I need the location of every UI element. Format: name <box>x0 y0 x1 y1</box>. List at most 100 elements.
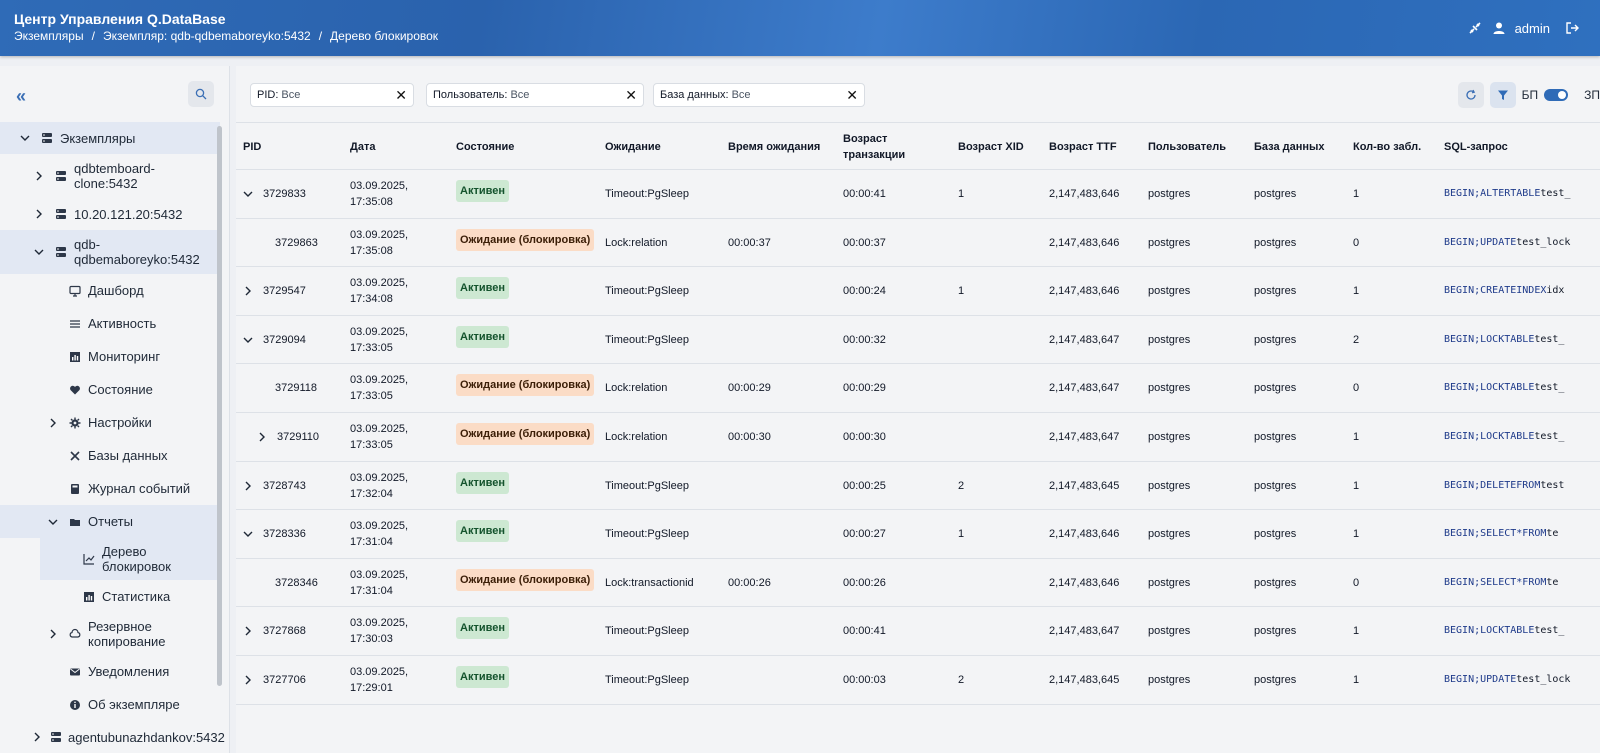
column-header[interactable]: Дата <box>350 123 430 171</box>
sidebar-item[interactable]: Мониторинг <box>0 340 220 373</box>
chevron-right-icon[interactable] <box>257 432 271 442</box>
sql-cell[interactable]: BEGIN; UPDATE test_lock <box>1444 656 1592 704</box>
sidebar-item[interactable]: agentubunazhdankov:5432 <box>0 721 225 753</box>
column-header[interactable]: Кол-во забл. <box>1353 123 1433 171</box>
sidebar-item-label: Мониторинг <box>88 349 161 364</box>
state-cell: Ожидание (блокировка) <box>456 559 595 607</box>
sql-cell[interactable]: BEGIN; ALTER TABLE test_ <box>1444 170 1592 218</box>
table-row[interactable]: 3728336 03.09.2025, 17:31:04 Активен Timeou… <box>236 510 1600 559</box>
filter-value[interactable]: Все <box>510 89 625 101</box>
table-row[interactable]: 3729094 03.09.2025, 17:33:05 Активен Timeou… <box>236 316 1600 365</box>
plug-icon[interactable] <box>1467 20 1483 36</box>
column-header[interactable]: Пользователь <box>1148 123 1238 171</box>
sql-cell[interactable]: BEGIN; UPDATE test_lock <box>1444 219 1592 267</box>
sql-cell[interactable]: BEGIN; LOCK TABLE test_ <box>1444 364 1592 412</box>
chevron-right-icon[interactable] <box>46 627 60 641</box>
user-filter[interactable]: Пользователь: Все ✕ <box>426 83 644 107</box>
chevron-down-icon[interactable] <box>243 529 257 539</box>
filter-toggle-button[interactable] <box>1489 82 1516 108</box>
sidebar-item[interactable]: Экземпляры <box>0 122 220 154</box>
pid-value: 3729547 <box>263 285 306 298</box>
column-header[interactable]: Время ожидания <box>728 123 828 171</box>
sql-cell[interactable]: BEGIN; DELETE FROM test <box>1444 462 1592 510</box>
table-row[interactable]: 3728743 03.09.2025, 17:32:04 Активен Timeou… <box>236 462 1600 511</box>
filter-value[interactable]: Все <box>732 89 847 101</box>
xid-age-cell: 2 <box>958 673 965 686</box>
sidebar-item[interactable]: Состояние <box>0 373 220 406</box>
sql-cell[interactable]: BEGIN; CREATE INDEX idx <box>1444 267 1592 315</box>
locks-cell: 0 <box>1353 382 1360 395</box>
chevron-right-icon[interactable] <box>32 207 46 221</box>
breadcrumb-instances[interactable]: Экземпляры <box>14 29 84 43</box>
sidebar-scrollbar[interactable] <box>217 126 222 686</box>
column-header[interactable]: PID <box>243 123 323 171</box>
clear-filter-icon[interactable]: ✕ <box>846 87 858 104</box>
sidebar-item[interactable]: Отчеты <box>0 505 220 538</box>
chevron-down-icon[interactable] <box>32 245 46 259</box>
sidebar-item[interactable]: qdb-qdbemaboreyko:5432 <box>0 230 220 274</box>
chevron-down-icon[interactable] <box>243 335 257 345</box>
sql-cell[interactable]: BEGIN; LOCK TABLE test_ <box>1444 316 1592 364</box>
refresh-button[interactable] <box>1457 82 1484 108</box>
zp-label: ЗП <box>1584 88 1600 102</box>
sidebar-item[interactable]: Журнал событий <box>0 472 220 505</box>
clear-filter-icon[interactable]: ✕ <box>395 87 407 104</box>
chevron-down-icon[interactable] <box>46 515 60 529</box>
mail-icon <box>68 665 82 679</box>
chevron-right-icon[interactable] <box>243 481 257 491</box>
filter-value[interactable]: Все <box>281 89 395 101</box>
sidebar-item[interactable]: Резервное копирование <box>0 613 220 655</box>
sql-cell[interactable]: BEGIN; LOCK TABLE test_ <box>1444 607 1592 655</box>
table-row[interactable]: 3729863 03.09.2025, 17:35:08 Ожидание (бло… <box>236 219 1600 268</box>
table-row[interactable]: 3729110 03.09.2025, 17:33:05 Ожидание (бло… <box>236 413 1600 462</box>
sidebar-item[interactable]: 10.20.121.20:5432 <box>0 198 220 230</box>
chevron-right-icon[interactable] <box>32 730 42 744</box>
sidebar-item[interactable]: Настройки <box>0 406 220 439</box>
collapse-sidebar-button[interactable]: « <box>16 86 26 107</box>
sidebar-search-button[interactable] <box>188 81 214 107</box>
state-cell: Активен <box>456 316 509 364</box>
column-header[interactable]: База данных <box>1254 123 1344 171</box>
chevron-right-icon[interactable] <box>243 675 257 685</box>
column-header[interactable]: Возраст XID <box>958 123 1038 171</box>
pid-cell: 3729863 <box>243 219 318 267</box>
chevron-right-icon[interactable] <box>46 416 60 430</box>
sidebar-item[interactable]: Уведомления <box>0 655 220 688</box>
table-row[interactable]: 3729833 03.09.2025, 17:35:08 Активен Timeou… <box>236 170 1600 219</box>
username[interactable]: admin <box>1515 21 1550 36</box>
sidebar-item[interactable]: Об экземпляре <box>0 688 220 721</box>
sidebar-item[interactable]: Статистика <box>0 580 220 613</box>
sidebar-item[interactable]: qdbtemboard-clone:5432 <box>0 154 220 198</box>
sidebar-item-label: Экземпляры <box>60 130 136 146</box>
table-row[interactable]: 3727868 03.09.2025, 17:30:03 Активен Timeou… <box>236 607 1600 656</box>
pid-filter[interactable]: PID: Все ✕ <box>250 83 414 107</box>
table-row[interactable]: 3727706 03.09.2025, 17:29:01 Активен Timeou… <box>236 656 1600 705</box>
date-value: 03.09.2025, 17:30:03 <box>350 617 409 646</box>
book-icon <box>68 482 82 496</box>
chevron-down-icon[interactable] <box>243 189 257 199</box>
chevron-right-icon[interactable] <box>32 169 46 183</box>
column-header[interactable]: Возраст TTF <box>1049 123 1129 171</box>
bp-zp-toggle[interactable] <box>1544 89 1569 101</box>
column-header[interactable]: Ожидание <box>605 123 715 171</box>
sidebar-item[interactable]: Активность <box>0 307 220 340</box>
clear-filter-icon[interactable]: ✕ <box>625 87 637 104</box>
sidebar-item[interactable]: Дашборд <box>0 274 220 307</box>
chevron-right-icon[interactable] <box>243 286 257 296</box>
sql-cell[interactable]: BEGIN; SELECT * FROM te <box>1444 510 1592 558</box>
database-filter[interactable]: База данных: Все ✕ <box>653 83 865 107</box>
column-header[interactable]: Возраст транзакции <box>843 123 923 171</box>
breadcrumb-instance[interactable]: Экземпляр: qdb-qdbemaboreyko:5432 <box>103 29 311 43</box>
table-row[interactable]: 3729547 03.09.2025, 17:34:08 Активен Timeou… <box>236 267 1600 316</box>
chevron-down-icon[interactable] <box>18 131 32 145</box>
sidebar-item[interactable]: Базы данных <box>0 439 220 472</box>
sidebar-item[interactable]: Дерево блокировок <box>40 538 220 580</box>
chevron-right-icon[interactable] <box>243 626 257 636</box>
table-row[interactable]: 3728346 03.09.2025, 17:31:04 Ожидание (бло… <box>236 559 1600 608</box>
column-header[interactable]: Состояние <box>456 123 576 171</box>
table-row[interactable]: 3729118 03.09.2025, 17:33:05 Ожидание (бло… <box>236 364 1600 413</box>
sql-cell[interactable]: BEGIN; LOCK TABLE test_ <box>1444 413 1592 461</box>
sql-cell[interactable]: BEGIN; SELECT * FROM te <box>1444 559 1592 607</box>
logout-icon[interactable] <box>1564 20 1580 36</box>
column-header[interactable]: SQL-запрос <box>1444 123 1594 171</box>
